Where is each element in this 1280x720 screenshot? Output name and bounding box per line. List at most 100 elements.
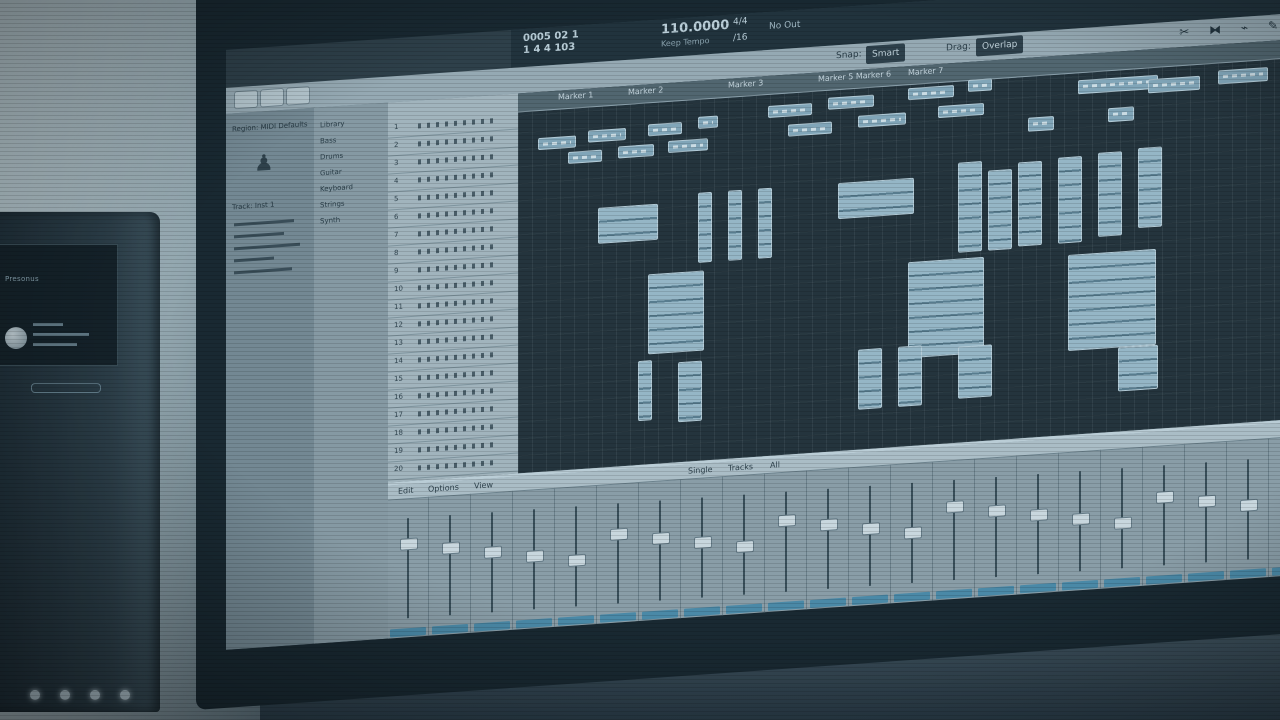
library-item[interactable]: Bass bbox=[320, 136, 336, 145]
volume-fader[interactable] bbox=[946, 500, 964, 514]
time-signature[interactable]: 4/4 bbox=[733, 16, 747, 27]
volume-fader[interactable] bbox=[778, 514, 796, 528]
midi-region[interactable] bbox=[1098, 151, 1122, 237]
channel-name-plate[interactable] bbox=[432, 623, 468, 635]
volume-fader[interactable] bbox=[862, 522, 880, 536]
track-buttons[interactable] bbox=[418, 243, 498, 255]
volume-fader[interactable] bbox=[400, 537, 418, 551]
track-buttons[interactable] bbox=[418, 297, 498, 309]
channel-name-plate[interactable] bbox=[936, 588, 972, 600]
midi-region[interactable] bbox=[908, 84, 954, 101]
library-item[interactable]: Strings bbox=[320, 200, 345, 210]
midi-region[interactable] bbox=[958, 161, 982, 253]
marker-label[interactable]: Marker 7 bbox=[908, 66, 943, 77]
track-buttons[interactable] bbox=[418, 315, 498, 327]
midi-region[interactable] bbox=[828, 94, 874, 110]
midi-region[interactable] bbox=[958, 344, 992, 399]
track-buttons[interactable] bbox=[418, 405, 498, 417]
marker-label[interactable]: Marker 5 Marker 6 bbox=[818, 69, 891, 83]
midi-region[interactable] bbox=[1148, 75, 1200, 94]
channel-name-plate[interactable] bbox=[1230, 568, 1266, 579]
track-buttons[interactable] bbox=[418, 207, 498, 219]
snap-select[interactable]: Smart bbox=[866, 43, 906, 65]
track-buttons[interactable] bbox=[418, 135, 498, 147]
midi-region[interactable] bbox=[618, 143, 654, 159]
channel-name-plate[interactable] bbox=[390, 626, 426, 638]
track-buttons[interactable] bbox=[418, 459, 498, 471]
track-buttons[interactable] bbox=[418, 279, 498, 291]
midi-region[interactable] bbox=[1218, 67, 1268, 85]
channel-name-plate[interactable] bbox=[558, 615, 594, 626]
midi-region[interactable] bbox=[988, 168, 1012, 251]
channel-name-plate[interactable] bbox=[1146, 574, 1182, 585]
mixer-options-menu[interactable]: Options bbox=[428, 483, 459, 494]
track-buttons[interactable] bbox=[418, 153, 498, 165]
track-buttons[interactable] bbox=[418, 225, 498, 237]
volume-fader[interactable] bbox=[442, 541, 460, 555]
midi-region[interactable] bbox=[1028, 116, 1054, 132]
midi-region[interactable] bbox=[908, 256, 984, 359]
midi-region[interactable] bbox=[1068, 248, 1156, 352]
division[interactable]: /16 bbox=[733, 32, 747, 43]
midi-region[interactable] bbox=[1138, 146, 1162, 229]
track-buttons[interactable] bbox=[418, 441, 498, 453]
midi-region[interactable] bbox=[698, 191, 712, 263]
channel-name-plate[interactable] bbox=[1188, 571, 1224, 582]
midi-region[interactable] bbox=[1078, 74, 1158, 95]
track-buttons[interactable] bbox=[418, 351, 498, 363]
track-buttons[interactable] bbox=[418, 171, 498, 183]
channel-name-plate[interactable] bbox=[642, 609, 678, 620]
region-label[interactable]: Region: MIDI Defaults bbox=[232, 120, 308, 133]
midi-region[interactable] bbox=[858, 112, 906, 128]
volume-fader[interactable] bbox=[610, 527, 628, 542]
midi-region[interactable] bbox=[1018, 160, 1042, 247]
midi-region[interactable] bbox=[568, 149, 602, 164]
marker-label[interactable]: Marker 3 bbox=[728, 78, 763, 89]
volume-fader[interactable] bbox=[1156, 490, 1174, 504]
midi-region[interactable] bbox=[1058, 156, 1082, 244]
toolbar-button[interactable] bbox=[286, 86, 310, 106]
volume-fader[interactable] bbox=[1114, 516, 1132, 530]
channel-name-plate[interactable] bbox=[978, 585, 1014, 597]
midi-region[interactable] bbox=[938, 102, 984, 119]
volume-fader[interactable] bbox=[1030, 508, 1048, 522]
midi-region[interactable] bbox=[758, 187, 772, 259]
volume-fader[interactable] bbox=[652, 531, 670, 546]
midi-region[interactable] bbox=[698, 115, 718, 129]
channel-name-plate[interactable] bbox=[894, 591, 930, 603]
channel-name-plate[interactable] bbox=[1020, 582, 1056, 594]
marker-label[interactable]: Marker 2 bbox=[628, 85, 663, 96]
channel-name-plate[interactable] bbox=[1272, 565, 1280, 576]
channel-name-plate[interactable] bbox=[474, 621, 510, 632]
volume-fader[interactable] bbox=[904, 526, 922, 540]
tempo-display[interactable]: 110.0000 bbox=[661, 18, 729, 38]
midi-region[interactable] bbox=[898, 345, 922, 407]
midi-region[interactable] bbox=[678, 360, 702, 423]
midi-region[interactable] bbox=[728, 189, 742, 261]
channel-name-plate[interactable] bbox=[684, 606, 720, 617]
midi-region[interactable] bbox=[788, 121, 832, 137]
mixer-edit-menu[interactable]: Edit bbox=[398, 486, 414, 496]
volume-fader[interactable] bbox=[1240, 498, 1258, 512]
volume-fader[interactable] bbox=[526, 549, 544, 563]
mixer-tracks-button[interactable]: Tracks bbox=[728, 462, 753, 473]
midi-region[interactable] bbox=[838, 177, 914, 220]
library-item[interactable]: Library bbox=[320, 120, 344, 130]
position-display[interactable]: 0005 02 1 1 4 4 103 bbox=[523, 29, 579, 57]
volume-fader[interactable] bbox=[484, 545, 502, 559]
track-buttons[interactable] bbox=[418, 189, 498, 201]
track-label[interactable]: Track: Inst 1 bbox=[232, 201, 274, 212]
toolbar-button[interactable] bbox=[260, 87, 284, 108]
midi-region[interactable] bbox=[588, 127, 626, 143]
volume-fader[interactable] bbox=[1198, 494, 1216, 508]
channel-name-plate[interactable] bbox=[600, 612, 636, 623]
device-button[interactable] bbox=[31, 383, 101, 393]
mixer-all-button[interactable]: All bbox=[770, 460, 780, 470]
marker-label[interactable]: Marker 1 bbox=[558, 90, 593, 101]
track-buttons[interactable] bbox=[418, 261, 498, 273]
library-item[interactable]: Guitar bbox=[320, 168, 342, 178]
volume-fader[interactable] bbox=[1072, 512, 1090, 526]
channel-name-plate[interactable] bbox=[810, 597, 846, 609]
midi-region[interactable] bbox=[638, 360, 652, 422]
volume-fader[interactable] bbox=[820, 518, 838, 532]
